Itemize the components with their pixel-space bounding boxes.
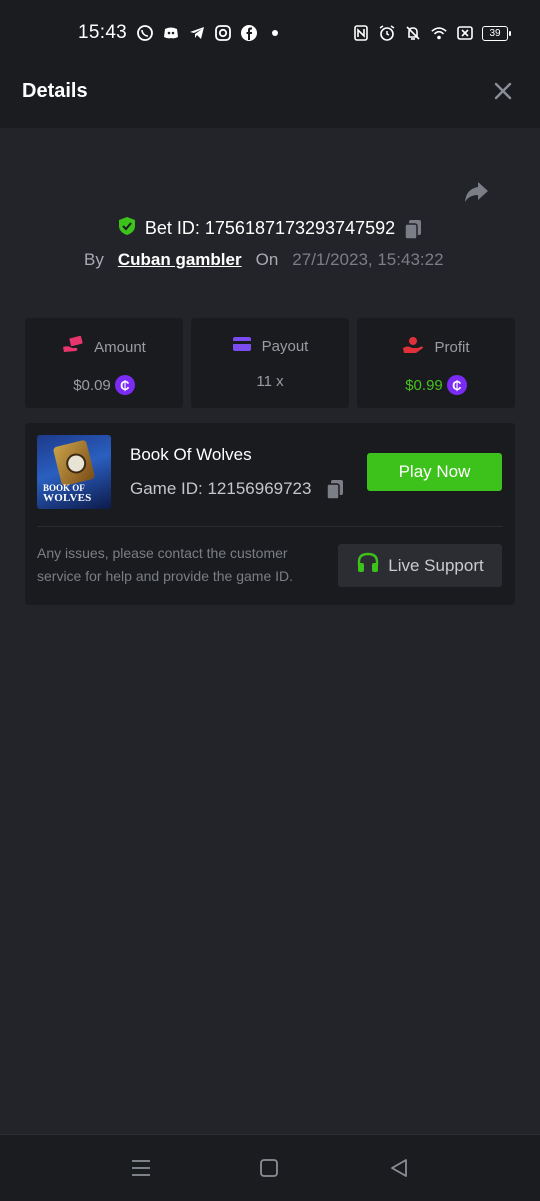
facebook-icon: [240, 24, 258, 42]
on-label: On: [255, 250, 279, 269]
money-hand-icon: [62, 335, 84, 358]
instagram-icon: [214, 24, 232, 42]
notification-icons: [136, 24, 284, 42]
bet-meta: By Cuban gambler On 27/1/2023, 15:43:22: [84, 250, 444, 270]
stat-value: $0.09: [73, 376, 111, 394]
share-icon[interactable]: [462, 178, 490, 206]
profit-hand-icon: [402, 336, 424, 358]
details-header: Details: [0, 56, 540, 128]
user-link[interactable]: Cuban gambler: [118, 250, 242, 270]
game-id-row: Game ID: 12156969723: [130, 478, 345, 500]
discord-icon: [162, 24, 180, 42]
divider: [37, 526, 503, 527]
nfc-icon: [352, 24, 370, 42]
verified-shield-icon: [117, 216, 137, 241]
system-nav-bar: [0, 1134, 540, 1201]
stat-amount: Amount $0.09 ₵: [25, 318, 183, 408]
telegram-icon: [188, 24, 206, 42]
live-support-button[interactable]: Live Support: [338, 544, 502, 587]
stat-label: Profit: [434, 338, 470, 356]
status-time: 15:43: [78, 22, 128, 43]
bet-id: Bet ID: 1756187173293747592: [144, 218, 396, 238]
stat-label: Amount: [94, 338, 146, 356]
whatsapp-icon: [136, 24, 154, 42]
live-support-label: Live Support: [388, 555, 484, 575]
close-icon[interactable]: [492, 80, 514, 102]
game-name: Book Of Wolves: [130, 445, 252, 464]
system-icons: 39: [352, 24, 511, 42]
stat-value: $0.99: [405, 376, 443, 394]
thumb-title-line2: WOLVES: [43, 492, 92, 504]
home-icon[interactable]: [258, 1157, 282, 1179]
copy-bet-id-icon[interactable]: [403, 218, 423, 240]
status-bar: 15:43 39: [0, 0, 540, 56]
stats-row: Amount $0.09 ₵ Payout 11 x Profit $0.99 …: [25, 318, 515, 408]
stat-payout: Payout 11 x: [191, 318, 349, 408]
game-thumbnail[interactable]: BOOK OF WOLVES: [37, 435, 111, 509]
coin-icon: ₵: [114, 375, 135, 395]
dot-icon: [266, 24, 284, 42]
copy-game-id-icon[interactable]: [325, 478, 345, 500]
bet-date: 27/1/2023, 15:43:22: [292, 250, 444, 269]
game-card: BOOK OF WOLVES Book Of Wolves Game ID: 1…: [25, 423, 515, 605]
page-title: Details: [22, 80, 88, 102]
stat-value: 11 x: [256, 373, 284, 390]
back-icon[interactable]: [388, 1157, 412, 1179]
wifi-icon: [430, 24, 448, 42]
coin-icon: ₵: [446, 375, 467, 395]
stat-profit: Profit $0.99 ₵: [357, 318, 515, 408]
menu-icon[interactable]: [130, 1157, 154, 1179]
game-id: Game ID: 12156969723: [130, 479, 312, 498]
stat-label: Payout: [261, 337, 309, 355]
card-icon: [232, 336, 252, 356]
book-art-icon: [52, 439, 96, 487]
headset-icon: [356, 551, 380, 580]
sim-off-icon: [456, 24, 474, 42]
battery-icon: 39: [482, 25, 511, 41]
bet-id-row: Bet ID: 1756187173293747592: [0, 216, 540, 241]
alarm-icon: [378, 24, 396, 42]
play-now-button[interactable]: Play Now: [367, 453, 502, 491]
mute-icon: [404, 24, 422, 42]
by-label: By: [84, 250, 104, 269]
help-text: Any issues, please contact the customer …: [37, 545, 294, 584]
